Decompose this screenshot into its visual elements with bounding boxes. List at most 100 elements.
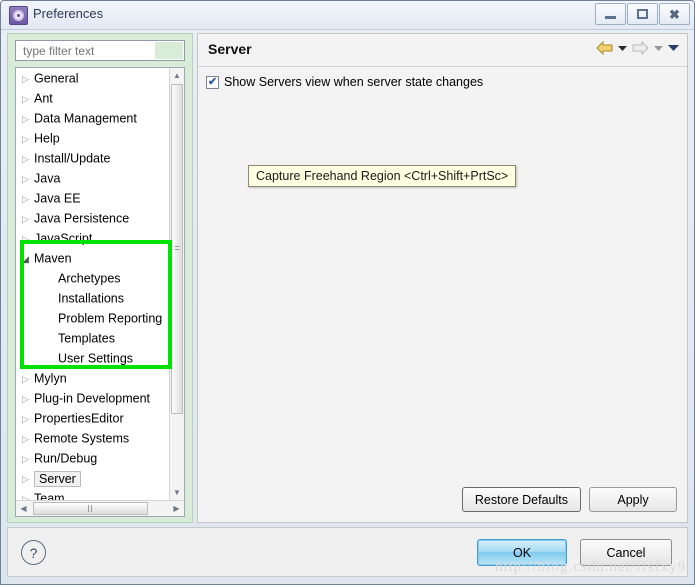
sidebar-item-mylyn[interactable]: ▷Mylyn (16, 368, 169, 388)
scroll-left-icon[interactable]: ◀ (16, 501, 31, 516)
preferences-window: Preferences ✖ ▷General▷Ant▷Data Manageme… (0, 0, 695, 585)
search-input[interactable] (21, 43, 165, 59)
tree-vertical-scrollbar[interactable]: ▲ ▼ (169, 68, 184, 500)
scroll-right-icon[interactable]: ▶ (169, 501, 184, 516)
main-panel: Server (197, 33, 688, 523)
capture-tooltip: Capture Freehand Region <Ctrl+Shift+PrtS… (248, 165, 516, 187)
restore-defaults-button[interactable]: Restore Defaults (462, 487, 581, 512)
checkmark-icon: ✔ (208, 78, 217, 87)
close-icon: ✖ (669, 8, 680, 21)
forward-dropdown-icon (654, 45, 663, 52)
chevron-right-icon[interactable]: ▷ (22, 189, 34, 209)
sidebar-item-run-debug[interactable]: ▷Run/Debug (16, 448, 169, 468)
sidebar-item-user-settings[interactable]: User Settings (16, 348, 169, 368)
chevron-right-icon[interactable]: ▷ (22, 449, 34, 469)
chevron-right-icon[interactable]: ▷ (22, 369, 34, 389)
sidebar-item-plug-in-development[interactable]: ▷Plug-in Development (16, 388, 169, 408)
chevron-right-icon[interactable]: ▷ (22, 469, 34, 489)
sidebar-item-archetypes[interactable]: Archetypes (16, 268, 169, 288)
filter-clear-area[interactable] (155, 42, 183, 59)
scroll-grip-icon (88, 505, 94, 512)
sidebar: ▷General▷Ant▷Data Management▷Help▷Instal… (7, 33, 193, 523)
view-menu-chevron-down-icon[interactable] (668, 44, 679, 52)
sidebar-item-java-ee[interactable]: ▷Java EE (16, 188, 169, 208)
window-title: Preferences (33, 6, 103, 21)
chevron-right-icon[interactable]: ▷ (22, 129, 34, 149)
back-arrow-icon[interactable] (596, 41, 613, 55)
sidebar-item-label: Problem Reporting (58, 312, 162, 326)
vertical-scroll-thumb[interactable] (171, 84, 183, 414)
sidebar-item-ant[interactable]: ▷Ant (16, 88, 169, 108)
maximize-button[interactable] (627, 3, 658, 25)
minimize-button[interactable] (595, 3, 626, 25)
panel-footer: Restore Defaults Apply (198, 476, 687, 522)
sidebar-item-label: Ant (34, 92, 53, 106)
sidebar-item-install-update[interactable]: ▷Install/Update (16, 148, 169, 168)
chevron-down-icon[interactable]: ◢ (22, 249, 34, 269)
chevron-right-icon[interactable]: ▷ (22, 89, 34, 109)
sidebar-item-label: Mylyn (34, 372, 67, 386)
sidebar-item-label: Help (34, 132, 60, 146)
sidebar-item-label: Remote Systems (34, 432, 129, 446)
chevron-right-icon[interactable]: ▷ (22, 69, 34, 89)
window-controls: ✖ (594, 3, 690, 25)
sidebar-item-javascript[interactable]: ▷JavaScript (16, 228, 169, 248)
sidebar-item-server[interactable]: ▷Server (16, 468, 169, 488)
chevron-right-icon[interactable]: ▷ (22, 489, 34, 500)
chevron-right-icon[interactable]: ▷ (22, 209, 34, 229)
sidebar-item-templates[interactable]: Templates (16, 328, 169, 348)
chevron-right-icon[interactable]: ▷ (22, 409, 34, 429)
scroll-up-icon[interactable]: ▲ (170, 68, 184, 83)
show-servers-view-row[interactable]: ✔ Show Servers view when server state ch… (206, 75, 483, 89)
sidebar-item-label: Java EE (34, 192, 81, 206)
sidebar-item-label: Team (34, 492, 65, 500)
sidebar-item-java-persistence[interactable]: ▷Java Persistence (16, 208, 169, 228)
watermark-text: http://blog.csdn.net/ffsfxy9 (495, 559, 686, 576)
sidebar-item-label: Maven (34, 252, 72, 266)
sidebar-item-team[interactable]: ▷Team (16, 488, 169, 500)
sidebar-item-label: Data Management (34, 112, 137, 126)
sidebar-item-maven[interactable]: ◢Maven (16, 248, 169, 268)
back-dropdown-icon[interactable] (618, 45, 627, 52)
minimize-icon (605, 16, 616, 19)
scroll-down-icon[interactable]: ▼ (170, 485, 184, 500)
sidebar-item-java[interactable]: ▷Java (16, 168, 169, 188)
chevron-right-icon[interactable]: ▷ (22, 389, 34, 409)
page-title: Server (208, 41, 252, 57)
sidebar-item-label: Installations (58, 292, 124, 306)
sidebar-item-label: Plug-in Development (34, 392, 150, 406)
horizontal-scroll-thumb[interactable] (33, 502, 148, 515)
scroll-grip-icon (175, 246, 179, 252)
help-icon[interactable]: ? (21, 540, 46, 565)
title-bar: Preferences ✖ (1, 1, 694, 30)
apply-button[interactable]: Apply (589, 487, 677, 512)
sidebar-item-label: Java (34, 172, 60, 186)
sidebar-item-propertieseditor[interactable]: ▷PropertiesEditor (16, 408, 169, 428)
close-button[interactable]: ✖ (659, 3, 690, 25)
sidebar-item-help[interactable]: ▷Help (16, 128, 169, 148)
gear-icon (9, 6, 28, 25)
sidebar-item-label: Archetypes (58, 272, 121, 286)
chevron-right-icon[interactable]: ▷ (22, 169, 34, 189)
chevron-right-icon[interactable]: ▷ (22, 229, 34, 249)
preferences-tree[interactable]: ▷General▷Ant▷Data Management▷Help▷Instal… (16, 68, 169, 500)
chevron-right-icon[interactable]: ▷ (22, 149, 34, 169)
sidebar-item-label: Java Persistence (34, 212, 129, 226)
sidebar-item-general[interactable]: ▷General (16, 68, 169, 88)
filter-field-container[interactable] (15, 40, 185, 61)
maximize-icon (637, 9, 648, 19)
sidebar-item-remote-systems[interactable]: ▷Remote Systems (16, 428, 169, 448)
preferences-tree-container: ▷General▷Ant▷Data Management▷Help▷Instal… (15, 67, 185, 517)
forward-arrow-icon (632, 41, 649, 55)
sidebar-item-label: Run/Debug (34, 452, 97, 466)
sidebar-item-label: Templates (58, 332, 115, 346)
sidebar-item-label: Install/Update (34, 152, 110, 166)
sidebar-item-problem-reporting[interactable]: Problem Reporting (16, 308, 169, 328)
tree-horizontal-scrollbar[interactable]: ◀ ▶ (16, 500, 184, 516)
sidebar-item-installations[interactable]: Installations (16, 288, 169, 308)
sidebar-item-data-management[interactable]: ▷Data Management (16, 108, 169, 128)
chevron-right-icon[interactable]: ▷ (22, 429, 34, 449)
sidebar-item-label: User Settings (58, 352, 133, 366)
show-servers-view-checkbox[interactable]: ✔ (206, 76, 219, 89)
chevron-right-icon[interactable]: ▷ (22, 109, 34, 129)
